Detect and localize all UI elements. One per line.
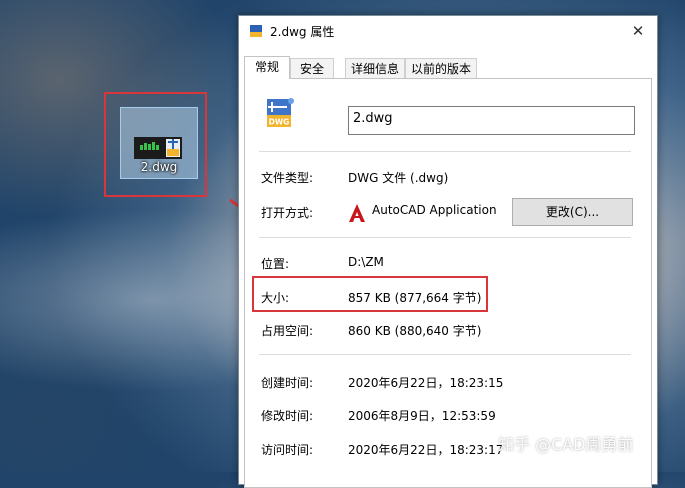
dwg-file-small-icon <box>250 25 262 37</box>
size-row-highlight <box>252 276 488 312</box>
accessed-label: 访问时间: <box>261 443 314 457</box>
file-type-label: 文件类型: <box>261 171 314 185</box>
svg-text:DWG: DWG <box>269 118 290 127</box>
properties-dialog: 2.dwg 属性 ✕ 常规 安全 详细信息 以前的版本 DWG 2.dwg 文件… <box>238 15 658 488</box>
open-with-value: AutoCAD Application <box>372 203 497 217</box>
autocad-icon <box>349 204 365 222</box>
size-on-disk-value: 860 KB (880,640 字节) <box>348 324 482 338</box>
location-label: 位置: <box>261 257 290 271</box>
tab-security[interactable]: 安全 <box>290 58 334 78</box>
tab-details[interactable]: 详细信息 <box>345 58 405 78</box>
tab-general[interactable]: 常规 <box>244 56 290 79</box>
close-icon[interactable]: ✕ <box>629 22 647 40</box>
divider <box>259 237 631 238</box>
modified-label: 修改时间: <box>261 409 314 423</box>
file-type-value: DWG 文件 (.dwg) <box>348 171 449 185</box>
created-value: 2020年6月22日，18:23:15 <box>348 376 504 390</box>
divider <box>259 354 631 355</box>
dialog-title: 2.dwg 属性 <box>270 25 335 39</box>
desktop-icon-highlight <box>104 92 207 197</box>
change-button[interactable]: 更改(C)... <box>512 198 633 226</box>
open-with-label: 打开方式: <box>261 206 314 220</box>
location-value: D:\ZM <box>348 255 384 269</box>
tab-previous-versions[interactable]: 以前的版本 <box>405 58 477 78</box>
divider <box>259 151 631 152</box>
size-on-disk-label: 占用空间: <box>261 324 314 338</box>
file-name-field[interactable]: 2.dwg <box>348 106 635 135</box>
dwg-file-icon: DWG <box>267 98 294 127</box>
modified-value: 2006年8月9日，12:53:59 <box>348 409 496 423</box>
created-label: 创建时间: <box>261 376 314 390</box>
accessed-value: 2020年6月22日，18:23:17 <box>348 443 504 457</box>
dialog-title-bar[interactable]: 2.dwg 属性 ✕ <box>239 16 657 47</box>
watermark-text: 知乎 @CAD周勇前 <box>498 435 634 454</box>
